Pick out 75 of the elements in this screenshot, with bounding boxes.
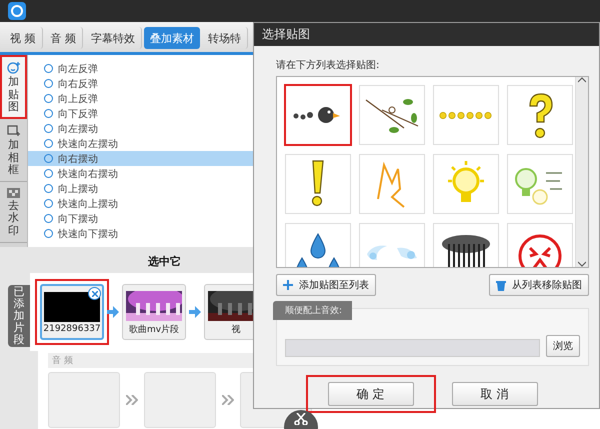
effect-label: 向左反弹	[58, 62, 98, 76]
app-logo-icon	[8, 2, 26, 20]
sticker-tile[interactable]	[285, 154, 351, 214]
browse-button[interactable]: 浏览	[546, 335, 580, 357]
dots-drawing	[439, 110, 493, 120]
sidebar-item[interactable]: 加贴图	[0, 55, 27, 119]
sticker-tile[interactable]	[433, 85, 499, 145]
sticker-tile[interactable]	[507, 154, 573, 214]
effect-item[interactable]: 快速向上摆动	[28, 196, 256, 211]
sticker-tile[interactable]	[285, 85, 351, 145]
scroll-down-icon[interactable]	[578, 261, 586, 267]
sound-label: 顺便配上音效:	[273, 301, 352, 320]
effect-label: 快速向下摆动	[58, 228, 118, 240]
clips-tab[interactable]: 已添加片段	[8, 285, 30, 347]
tab[interactable]: 字幕特效	[85, 27, 142, 49]
effect-label: 向右反弹	[58, 78, 98, 90]
smiley-icon	[7, 61, 20, 74]
sound-path-field[interactable]	[285, 339, 540, 357]
effect-label: 快速向上摆动	[58, 198, 118, 210]
effect-item[interactable]: 向右摆动	[28, 151, 256, 166]
effect-label: 向下反弹	[58, 108, 98, 120]
effect-label: 向上反弹	[58, 92, 98, 106]
add-sticker-button[interactable]: 添加贴图至列表	[276, 274, 376, 296]
frame-icon	[7, 124, 20, 137]
tab[interactable]: 叠加素材	[144, 27, 200, 49]
close-icon[interactable]	[88, 287, 101, 300]
effect-item[interactable]: 向右反弹	[28, 76, 256, 91]
scrollbar[interactable]	[575, 77, 588, 267]
chevron-icon	[222, 395, 234, 405]
hint-text: 选中它	[148, 254, 181, 269]
effect-item[interactable]: 快速向左摆动	[28, 136, 256, 151]
dialog-title: 选择贴图	[262, 26, 310, 43]
effect-label: 快速向左摆动	[58, 138, 118, 150]
mosaic-icon	[7, 188, 20, 198]
trash-icon	[496, 280, 506, 290]
effect-item[interactable]: 向左摆动	[28, 121, 256, 136]
sticker-tile[interactable]	[433, 223, 499, 267]
effect-item[interactable]: 快速向右摆动	[28, 166, 256, 181]
scroll-up-icon[interactable]	[578, 77, 586, 83]
ok-button[interactable]: 确 定	[328, 382, 414, 406]
sidebar-label: 去水印	[8, 200, 19, 238]
arrow-icon	[107, 306, 119, 318]
sticker-tile[interactable]	[359, 154, 425, 214]
chevron-icon	[126, 395, 138, 405]
tab[interactable]: 转场特	[202, 27, 248, 49]
clip-card[interactable]: 歌曲mv片段	[122, 284, 186, 340]
effect-item[interactable]: 快速向下摆动	[28, 226, 256, 241]
effect-label: 向右摆动	[58, 152, 98, 166]
effect-item[interactable]: 向上反弹	[28, 91, 256, 106]
remove-sticker-button[interactable]: 从列表移除贴图	[489, 274, 589, 296]
effect-item[interactable]: 向下摆动	[28, 211, 256, 226]
sticker-tile[interactable]	[507, 223, 573, 267]
effect-label: 向左摆动	[58, 122, 98, 136]
sidebar-label: 加相框	[8, 138, 19, 177]
clip-caption: 歌曲mv片段	[128, 324, 180, 336]
sticker-tile[interactable]	[359, 85, 425, 145]
arrow-icon	[189, 306, 201, 318]
effect-label: 向上摆动	[58, 182, 98, 196]
tab[interactable]: 音 频	[44, 27, 83, 49]
effect-item[interactable]: 向左反弹	[28, 61, 256, 76]
cancel-button[interactable]: 取 消	[452, 382, 538, 406]
effect-label: 向下摆动	[58, 212, 98, 226]
effect-label: 快速向右摆动	[58, 168, 118, 180]
plus-icon	[283, 280, 293, 290]
tab[interactable]: 视 频	[4, 27, 42, 49]
effect-item[interactable]: 向下反弹	[28, 106, 256, 121]
sticker-tile[interactable]	[433, 154, 499, 214]
sticker-tile[interactable]	[507, 85, 573, 145]
clip-caption: 2192896337	[43, 324, 101, 334]
instruction-text: 请在下方列表选择贴图:	[276, 58, 380, 72]
sidebar-label: 加贴图	[8, 76, 19, 114]
clip-card[interactable]: 2192896337	[40, 284, 104, 340]
clip-caption: 视	[232, 324, 240, 336]
wind-swirls-drawing	[366, 244, 418, 262]
effect-item[interactable]: 向上摆动	[28, 181, 256, 196]
